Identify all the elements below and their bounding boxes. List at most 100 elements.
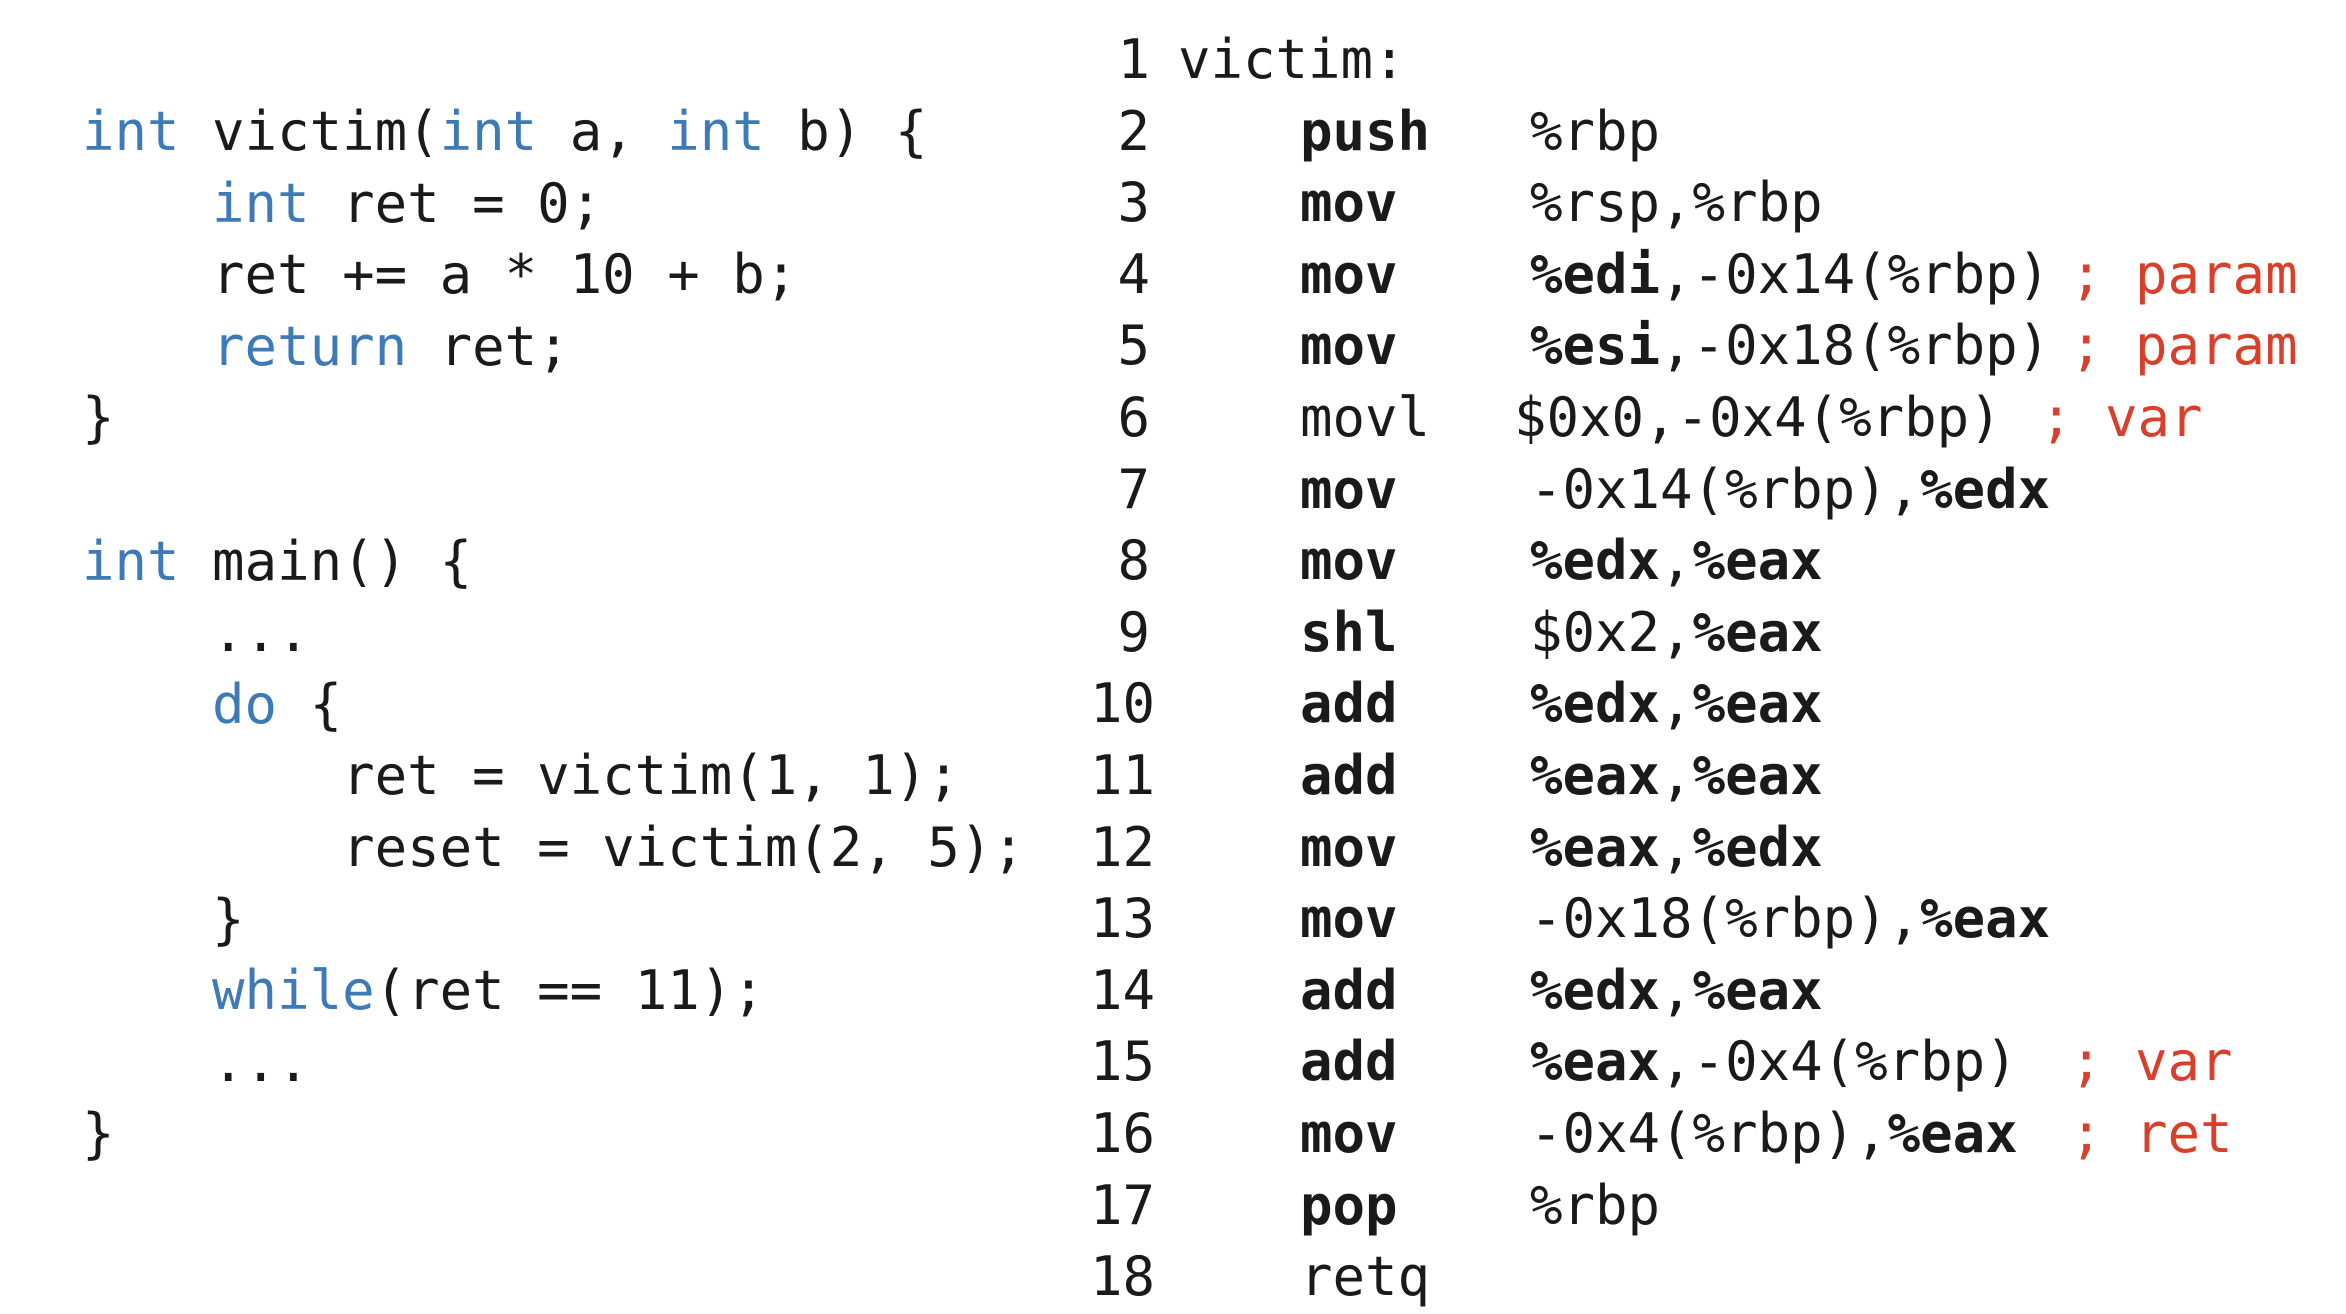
asm-register-highlight: %edx xyxy=(1692,815,1823,879)
asm-line-number: 2 xyxy=(1117,99,1150,163)
asm-mnemonic: add xyxy=(1300,958,1398,1022)
asm-operand-text: $0x0,-0x4(%rbp) xyxy=(1514,386,2002,449)
c-code-line: int ret = 0; xyxy=(82,168,602,240)
asm-operands: %eax,%edx xyxy=(1530,812,1823,884)
asm-comment: ; var xyxy=(2040,386,2203,449)
asm-line-number: 11 xyxy=(1090,744,1156,807)
c-keyword: int xyxy=(667,100,765,163)
asm-operands: %edx,%eax xyxy=(1530,955,1823,1027)
asm-operands: %rbp xyxy=(1530,96,1660,168)
asm-operands: %esi,-0x18(%rbp) xyxy=(1530,310,2050,382)
c-keyword: return xyxy=(212,314,408,378)
asm-mnemonic: add xyxy=(1300,672,1398,736)
c-code-text: ret = victim(1, 1); xyxy=(82,744,960,808)
asm-register-highlight: %eax xyxy=(1692,672,1823,736)
asm-register-highlight: %edx xyxy=(1920,457,2051,521)
asm-operands: -0x14(%rbp),%edx xyxy=(1530,454,2050,526)
asm-register-highlight: %eax xyxy=(1920,887,2051,951)
asm-operands: %edi,-0x14(%rbp) xyxy=(1530,239,2050,311)
asm-line-number: 7 xyxy=(1117,457,1150,521)
asm-operands: -0x18(%rbp),%eax xyxy=(1530,883,2050,955)
asm-register-highlight: %edx xyxy=(1530,529,1661,593)
asm-line-number: 9 xyxy=(1117,600,1150,664)
asm-function-label: victim: xyxy=(1178,28,1406,91)
asm-operands: %edx,%eax xyxy=(1530,668,1823,740)
c-code-text: b) { xyxy=(764,100,928,163)
asm-line-number: 14 xyxy=(1090,958,1156,1022)
asm-line-number: 17 xyxy=(1090,1173,1156,1237)
c-code-line: ... xyxy=(82,1027,310,1099)
c-code-text: victim( xyxy=(179,100,440,163)
c-code-line: int main() { xyxy=(82,526,472,598)
asm-mnemonic: push xyxy=(1300,99,1431,163)
asm-line-number: 5 xyxy=(1117,314,1150,378)
asm-operand-text: , xyxy=(1660,529,1693,593)
c-code-text xyxy=(82,673,212,736)
asm-mnemonic: mov xyxy=(1300,457,1398,521)
asm-operand-text: -0x4(%rbp), xyxy=(1530,1102,1888,1165)
asm-mnemonic: mov xyxy=(1300,242,1398,306)
asm-register-highlight: %eax xyxy=(1692,744,1823,807)
asm-register-highlight: %edx xyxy=(1530,958,1661,1022)
asm-line-number: 16 xyxy=(1090,1102,1156,1165)
c-code-text: main() { xyxy=(179,529,473,593)
asm-operands: %rsp,%rbp xyxy=(1530,167,1823,239)
asm-line-number: 8 xyxy=(1117,529,1150,593)
asm-mnemonic: mov xyxy=(1300,171,1398,235)
asm-line-number: 18 xyxy=(1090,1245,1156,1309)
asm-operands: $0x0,-0x4(%rbp) xyxy=(1514,382,2002,454)
asm-operands: %eax,-0x4(%rbp) xyxy=(1530,1026,2018,1098)
asm-line-number: 15 xyxy=(1090,1030,1156,1094)
asm-register-highlight: %eax xyxy=(1692,529,1823,593)
c-code-text: { xyxy=(277,672,343,736)
c-code-text: a, xyxy=(537,100,668,163)
asm-mnemonic: mov xyxy=(1300,887,1398,951)
c-code-line: do { xyxy=(82,669,342,741)
c-code-text: ret = 0; xyxy=(309,171,603,235)
asm-register-highlight: %eax xyxy=(1530,1030,1661,1094)
c-code-line: } xyxy=(82,1098,115,1170)
asm-operand-text: ,-0x4(%rbp) xyxy=(1660,1030,2018,1094)
asm-register-highlight: %eax xyxy=(1530,744,1661,807)
c-code-text: } xyxy=(82,887,245,951)
c-keyword: do xyxy=(212,672,278,736)
asm-operands: -0x4(%rbp),%eax xyxy=(1530,1098,2018,1170)
asm-operand-text: %rbp xyxy=(1530,99,1661,163)
c-code-text xyxy=(82,315,212,378)
asm-comment: ; param xyxy=(2070,314,2298,378)
asm-register-highlight: %edx xyxy=(1530,672,1661,736)
asm-mnemonic: mov xyxy=(1300,314,1398,378)
asm-line-number: 10 xyxy=(1090,672,1156,736)
asm-operands: %edx,%eax xyxy=(1530,525,1823,597)
asm-operand-text: ,-0x18(%rbp) xyxy=(1660,314,2051,378)
asm-comment: ; ret xyxy=(2070,1102,2233,1165)
c-code-text: reset = victim(2, 5); xyxy=(82,816,1025,879)
asm-operand-text: -0x18(%rbp), xyxy=(1530,887,1921,951)
c-code-text xyxy=(82,959,212,1022)
c-code-text xyxy=(82,172,212,235)
c-code-line: int victim(int a, int b) { xyxy=(82,96,927,168)
c-code-line: while(ret == 11); xyxy=(82,955,765,1027)
asm-operand-text: , xyxy=(1660,744,1693,807)
c-code-line: return ret; xyxy=(82,311,570,383)
asm-line-number: 12 xyxy=(1090,815,1156,879)
asm-operand-text: ,-0x14(%rbp) xyxy=(1660,242,2051,306)
asm-operand-text: -0x14(%rbp), xyxy=(1530,457,1921,521)
asm-mnemonic: add xyxy=(1300,744,1398,807)
asm-operands: $0x2,%eax xyxy=(1530,597,1823,669)
asm-comment: ; param xyxy=(2070,242,2298,306)
asm-line-number: 4 xyxy=(1117,242,1150,306)
asm-operand-text: %rsp,%rbp xyxy=(1530,171,1823,235)
asm-operand-text: $0x2, xyxy=(1530,600,1693,664)
asm-register-highlight: %eax xyxy=(1887,1102,2018,1165)
c-code-line: } xyxy=(82,884,245,956)
c-code-text: ... xyxy=(82,1030,310,1094)
asm-line-number: 1 xyxy=(1117,28,1150,91)
asm-register-highlight: %eax xyxy=(1530,815,1661,879)
asm-register-highlight: %eax xyxy=(1692,600,1823,664)
c-keyword: int xyxy=(82,529,180,593)
c-code-text: ret; xyxy=(407,314,570,378)
c-keyword: int xyxy=(82,100,180,163)
asm-mnemonic: pop xyxy=(1300,1173,1398,1237)
asm-mnemonic: mov xyxy=(1300,529,1398,593)
